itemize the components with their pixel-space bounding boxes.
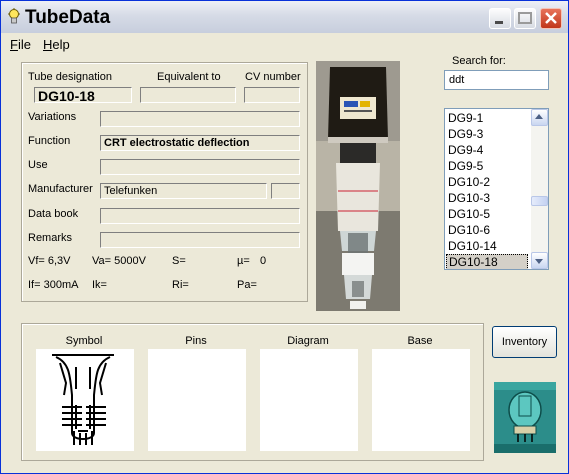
list-item[interactable]: DG10-5 (446, 206, 528, 222)
title-bar[interactable]: TubeData (1, 1, 568, 33)
function-field[interactable]: CRT electrostatic deflection (100, 135, 300, 151)
spec-mu-value: 0 (260, 255, 267, 267)
diagram-panel (260, 349, 358, 451)
close-icon (545, 12, 557, 24)
tube-designation-field[interactable]: DG10-18 (34, 87, 132, 103)
minimize-button[interactable] (489, 8, 511, 29)
window-title: TubeData (25, 7, 111, 28)
manufacturer-extra-field[interactable] (271, 183, 300, 199)
tube-photo (316, 61, 400, 311)
tube-designation-label: Tube designation (28, 71, 112, 83)
app-window: TubeData File Help Tube designation Equi… (0, 0, 569, 474)
list-scrollbar[interactable] (531, 109, 548, 269)
list-item[interactable]: DG9-5 (446, 158, 528, 174)
list-item[interactable]: DG10-3 (446, 190, 528, 206)
menu-file[interactable]: File (10, 37, 31, 52)
data-book-label: Data book (28, 208, 79, 220)
spec-pa: Pa= (237, 279, 257, 291)
spec-vf: Vf= 6,3V (28, 255, 71, 267)
spec-if: If= 300mA (28, 279, 79, 291)
cv-number-field[interactable] (244, 87, 300, 103)
use-label: Use (28, 159, 48, 171)
scroll-up-button[interactable] (531, 109, 548, 126)
list-item-selected[interactable]: DG10-18 (446, 254, 528, 269)
spec-ik: Ik= (92, 279, 107, 291)
spec-ri: Ri= (172, 279, 189, 291)
diagram-title: Diagram (287, 335, 329, 347)
remarks-field[interactable] (100, 232, 300, 248)
pins-title: Pins (185, 335, 207, 347)
list-item[interactable]: DG9-4 (446, 142, 528, 158)
manufacturer-field[interactable]: Telefunken (100, 183, 267, 199)
spec-va: Va= 5000V (92, 255, 146, 267)
scroll-down-button[interactable] (531, 252, 548, 269)
minimize-icon (495, 21, 503, 24)
scroll-thumb[interactable] (531, 196, 548, 206)
remarks-label: Remarks (28, 232, 73, 244)
base-title: Base (407, 335, 433, 347)
tube-symbol-icon (52, 354, 114, 445)
close-button[interactable] (540, 8, 562, 29)
list-item[interactable]: DG9-3 (446, 126, 528, 142)
use-field[interactable] (100, 159, 300, 175)
search-label: Search for: (452, 55, 506, 67)
base-panel (372, 349, 470, 451)
tube-listbox[interactable]: DG9-1 DG9-3 DG9-4 DG9-5 DG10-2 DG10-3 DG… (444, 108, 549, 270)
chevron-up-icon (535, 114, 543, 119)
equivalent-field[interactable] (140, 87, 236, 103)
data-book-field[interactable] (100, 208, 300, 224)
list-item[interactable]: DG10-14 (446, 238, 528, 254)
list-item[interactable]: DG9-1 (446, 110, 528, 126)
tube-logo-icon (494, 382, 556, 453)
inventory-button[interactable]: Inventory (492, 326, 557, 358)
function-label: Function (28, 135, 71, 147)
symbol-panel (36, 349, 134, 451)
lightbulb-icon (8, 8, 20, 24)
pins-panel (148, 349, 246, 451)
menu-help[interactable]: Help (43, 37, 70, 52)
variations-label: Variations (28, 111, 77, 123)
menu-bar: File Help (1, 33, 568, 53)
cv-number-label: CV number (245, 71, 301, 83)
search-input[interactable] (444, 70, 549, 90)
maximize-icon (518, 12, 532, 24)
spec-mu: µ= (237, 255, 250, 267)
list-item[interactable]: DG10-6 (446, 222, 528, 238)
manufacturer-label: Manufacturer (28, 183, 93, 195)
spec-s: S= (172, 255, 186, 267)
variations-field[interactable] (100, 111, 300, 127)
maximize-button[interactable] (514, 8, 536, 29)
symbol-title: Symbol (65, 335, 103, 347)
list-item[interactable]: DG10-2 (446, 174, 528, 190)
tube-logo (494, 382, 556, 453)
chevron-down-icon (535, 259, 543, 264)
equivalent-label: Equivalent to (157, 71, 221, 83)
